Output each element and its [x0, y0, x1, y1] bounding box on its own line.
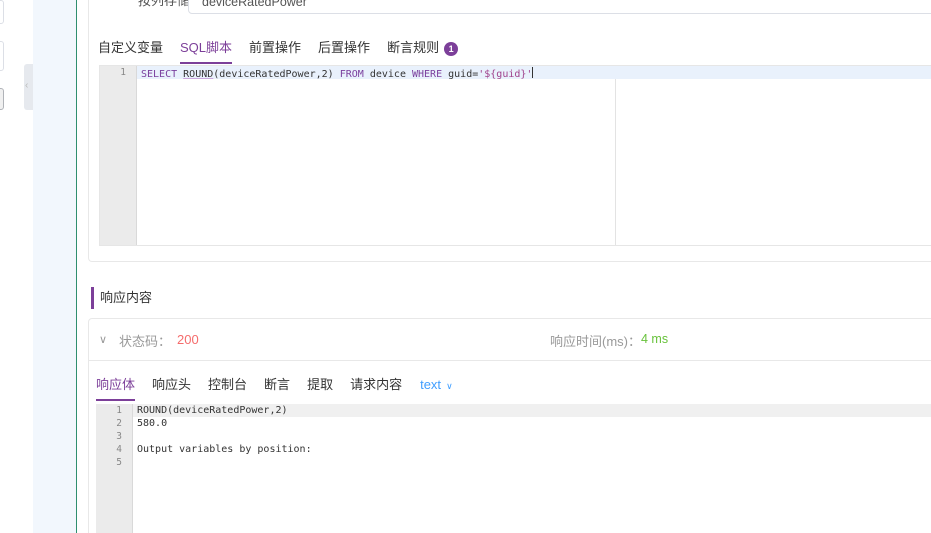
sql-code-line: SELECT ROUND(deviceRatedPower,2) FROM de… [141, 67, 534, 81]
response-line: 580.0 [137, 418, 168, 429]
tab-pre-operation[interactable]: 前置操作 [249, 41, 301, 64]
tab-assertion-rules-label: 断言规则 [387, 40, 440, 55]
format-value: text [420, 377, 442, 392]
chevron-down-icon[interactable]: ∨ [99, 333, 107, 346]
sidebar-field-3[interactable] [0, 88, 4, 110]
sidebar-field-2[interactable] [0, 41, 4, 71]
response-time-label: 响应时间(ms)： [550, 334, 641, 349]
tab-post-operation[interactable]: 后置操作 [318, 41, 370, 64]
print-margin [615, 79, 616, 245]
section-title: 响应内容 [91, 287, 152, 309]
tab-extract[interactable]: 提取 [307, 378, 333, 401]
main-panel: 按列存储 deviceRatedPower 自定义变量 SQL脚本 前置操作 后… [77, 0, 931, 533]
line-gutter: 1 2 3 4 5 [96, 404, 133, 533]
line-number: 1 [120, 67, 126, 78]
divider [89, 360, 931, 361]
sidebar-field-1[interactable] [0, 0, 4, 24]
tab-assertion[interactable]: 断言 [264, 378, 290, 401]
chevron-left-icon: ‹ [25, 80, 29, 91]
tab-response-body[interactable]: 响应体 [96, 378, 136, 401]
response-line: ROUND(deviceRatedPower,2) [137, 405, 288, 416]
collapse-handle[interactable]: ‹ [24, 64, 33, 110]
tab-console[interactable]: 控制台 [208, 378, 247, 401]
sql-function: ROUND [183, 69, 214, 80]
tab-custom-variables[interactable]: 自定义变量 [98, 41, 163, 64]
tab-sql-script[interactable]: SQL脚本 [180, 41, 233, 64]
storage-label: 按列存储 [138, 0, 191, 8]
status-code: 200 [177, 332, 199, 347]
response-tabs: 响应体 响应头 控制台 断言 提取 请求内容 text ∨ [96, 378, 470, 401]
line-number: 1 [116, 405, 122, 416]
app-root: ‹ 按列存储 deviceRatedPower 自定义变量 SQL脚本 前置操作… [0, 0, 931, 533]
sql-editor[interactable]: 1 SELECT ROUND(deviceRatedPower,2) FROM … [99, 65, 931, 246]
response-editor[interactable]: 1 2 3 4 5 ROUND(deviceRatedPower,2) 580.… [96, 404, 931, 533]
tab-request-content[interactable]: 请求内容 [350, 378, 402, 401]
count-badge: 1 [444, 42, 459, 56]
line-number: 5 [116, 457, 122, 468]
response-card: ∨ 状态码： 200 响应时间(ms)： 4 ms 响应体 响应头 控制台 断言… [88, 318, 931, 533]
format-select[interactable]: text ∨ [420, 378, 453, 401]
left-sidebar: ‹ [0, 0, 33, 533]
chevron-down-icon: ∨ [446, 381, 453, 391]
response-line: Output variables by position: [137, 444, 312, 455]
sql-column: guid= [448, 69, 479, 80]
storage-input[interactable]: deviceRatedPower [188, 0, 931, 14]
side-gutter [33, 0, 76, 533]
status-label: 状态码： [119, 334, 172, 349]
text-cursor [532, 67, 534, 78]
sql-config-card: 按列存储 deviceRatedPower 自定义变量 SQL脚本 前置操作 后… [88, 0, 931, 262]
line-gutter: 1 [100, 66, 137, 245]
line-number: 4 [116, 444, 122, 455]
line-number: 3 [116, 431, 122, 442]
sql-args: (deviceRatedPower,2) [213, 69, 334, 80]
sql-table: device [369, 69, 406, 80]
script-tabs: 自定义变量 SQL脚本 前置操作 后置操作 断言规则 1 [98, 41, 475, 64]
sql-keyword: WHERE [412, 69, 443, 80]
line-number: 2 [116, 418, 122, 429]
tab-response-headers[interactable]: 响应头 [152, 378, 191, 401]
sql-string: '${guid}' [478, 69, 533, 80]
sql-keyword: SELECT [141, 69, 178, 80]
sql-keyword: FROM [339, 69, 364, 80]
tab-assertion-rules[interactable]: 断言规则 1 [387, 40, 459, 64]
response-time-value: 4 ms [641, 332, 669, 346]
